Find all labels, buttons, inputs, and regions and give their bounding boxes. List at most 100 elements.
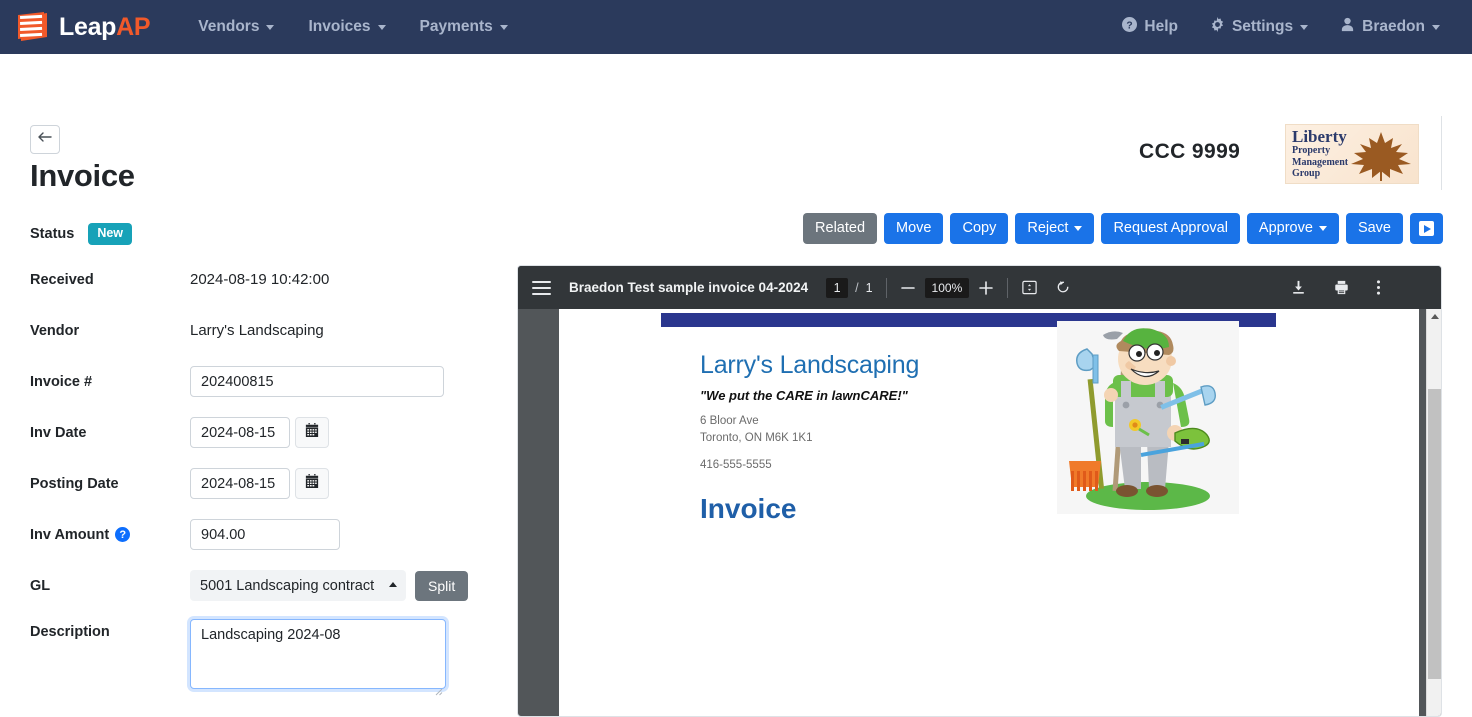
form-row-posting-date: Posting Date — [0, 458, 500, 509]
nav-item-vendors[interactable]: Vendors — [184, 10, 288, 44]
pdf-viewer: Braedon Test sample invoice 04-2024 1 / … — [517, 265, 1442, 717]
zoom-in-button[interactable] — [978, 280, 994, 296]
copy-button[interactable]: Copy — [950, 213, 1009, 244]
description-wrapper — [190, 619, 446, 696]
account-code: CCC 9999 — [1139, 140, 1241, 163]
inv-amount-input[interactable] — [190, 519, 340, 550]
vendor-label: Vendor — [30, 322, 80, 339]
help-circle-icon[interactable]: ? — [115, 527, 131, 542]
form-row-invoice-number: Invoice # — [0, 356, 500, 407]
calendar-icon — [305, 474, 319, 493]
secondary-nav: ? Help Settings Braedon — [1108, 9, 1454, 45]
posting-date-label: Posting Date — [30, 475, 119, 492]
zoom-out-button[interactable] — [900, 280, 916, 296]
chevron-down-icon — [499, 24, 508, 30]
top-navbar: LeapAP Vendors Invoices Payments ? Help — [0, 0, 1472, 54]
description-textarea[interactable] — [190, 619, 446, 689]
toolbar-divider — [1007, 277, 1009, 298]
gl-select-value: 5001 Landscaping contract — [200, 577, 375, 594]
pdf-scrollbar[interactable] — [1426, 309, 1441, 716]
print-button[interactable] — [1333, 279, 1350, 296]
status-badge: New — [88, 223, 133, 245]
received-label: Received — [30, 271, 94, 288]
zoom-level-input[interactable]: 100% — [924, 277, 970, 298]
request-approval-button[interactable]: Request Approval — [1101, 213, 1240, 244]
nav-item-invoices-label: Invoices — [308, 18, 371, 35]
split-button[interactable]: Split — [415, 570, 469, 601]
expand-actions-button[interactable] — [1410, 213, 1443, 244]
pdf-scrollbar-thumb[interactable] — [1428, 389, 1441, 679]
page-number-input[interactable]: 1 — [826, 277, 849, 298]
back-button[interactable] — [30, 125, 60, 154]
move-button[interactable]: Move — [884, 213, 944, 244]
form-row-status: Status New — [0, 214, 500, 254]
pdf-file-name: Braedon Test sample invoice 04-2024 — [569, 280, 809, 295]
hamburger-icon[interactable] — [532, 280, 551, 295]
gl-select[interactable]: 5001 Landscaping contract — [190, 570, 406, 601]
gear-icon — [1210, 17, 1225, 37]
gl-label: GL — [30, 577, 51, 594]
nav-item-help-label: Help — [1144, 18, 1178, 35]
calendar-icon — [305, 423, 319, 442]
posting-date-input[interactable] — [190, 468, 290, 499]
help-circle-icon: ? — [1122, 17, 1138, 37]
inv-date-label: Inv Date — [30, 424, 87, 441]
nav-item-vendors-label: Vendors — [198, 18, 260, 35]
nav-item-payments-label: Payments — [419, 18, 493, 35]
form-row-vendor: Vendor Larry's Landscaping — [0, 305, 500, 356]
nav-item-user-label: Braedon — [1362, 18, 1425, 35]
client-logo: Liberty Property Management Group — [1285, 124, 1419, 184]
page-separator: / — [855, 280, 859, 295]
fit-page-button[interactable] — [1021, 279, 1038, 296]
related-button[interactable]: Related — [803, 213, 878, 244]
received-value: 2024-08-19 10:42:00 — [190, 271, 330, 288]
reject-button[interactable]: Reject — [1015, 213, 1095, 244]
inv-date-input[interactable] — [190, 417, 290, 448]
nav-item-settings-label: Settings — [1231, 18, 1294, 35]
nav-item-settings[interactable]: Settings — [1196, 9, 1322, 45]
invoice-number-label: Invoice # — [30, 373, 93, 390]
invoice-number-input[interactable] — [190, 366, 444, 397]
reject-button-label: Reject — [1027, 220, 1069, 237]
form-row-gl: GL 5001 Landscaping contract Split — [0, 560, 500, 611]
nav-item-payments[interactable]: Payments — [406, 10, 522, 44]
chevron-down-icon — [1074, 226, 1083, 231]
user-icon — [1340, 17, 1355, 37]
page-title: Invoice — [30, 158, 135, 193]
chevron-down-icon — [377, 24, 386, 30]
description-label: Description — [30, 624, 110, 640]
pdf-toolbar: Braedon Test sample invoice 04-2024 1 / … — [518, 266, 1441, 309]
svg-text:?: ? — [1127, 20, 1133, 31]
client-logo-line3: Management — [1292, 156, 1349, 168]
client-logo-text: Liberty Property Management Group — [1292, 128, 1348, 180]
nav-item-help[interactable]: ? Help — [1108, 9, 1192, 45]
form-row-inv-date: Inv Date — [0, 407, 500, 458]
nav-item-invoices[interactable]: Invoices — [294, 10, 399, 44]
pdf-toolbar-right — [1290, 279, 1381, 296]
toolbar-divider — [885, 277, 887, 298]
client-logo-line4: Group — [1292, 168, 1321, 179]
status-label: Status — [30, 226, 75, 242]
maple-leaf-icon — [1346, 129, 1416, 181]
brand-text-leap: Leap — [59, 12, 117, 41]
chevron-down-icon — [1300, 24, 1309, 30]
download-button[interactable] — [1290, 279, 1307, 296]
brand-logo-link[interactable]: LeapAP — [18, 12, 151, 42]
chevron-down-icon — [1432, 24, 1440, 30]
chevron-down-icon — [266, 24, 275, 30]
brand-text-ap: AP — [116, 12, 151, 41]
scroll-up-arrow-icon[interactable] — [1430, 314, 1439, 319]
form-row-inv-amount: Inv Amount ? — [0, 509, 500, 560]
approve-button[interactable]: Approve — [1246, 213, 1339, 244]
nav-item-user[interactable]: Braedon — [1326, 9, 1454, 45]
landscaper-mascot-illustration — [1057, 321, 1239, 514]
rotate-button[interactable] — [1055, 279, 1072, 296]
form-row-received: Received 2024-08-19 10:42:00 — [0, 254, 500, 305]
client-logo-line1: Liberty — [1292, 127, 1347, 146]
posting-date-calendar-button[interactable] — [295, 468, 329, 499]
inv-date-calendar-button[interactable] — [295, 417, 329, 448]
client-logo-line2: Property — [1292, 145, 1331, 156]
inv-amount-label-wrap: Inv Amount ? — [0, 527, 190, 543]
more-vertical-icon[interactable] — [1376, 279, 1381, 296]
save-button[interactable]: Save — [1345, 213, 1403, 244]
